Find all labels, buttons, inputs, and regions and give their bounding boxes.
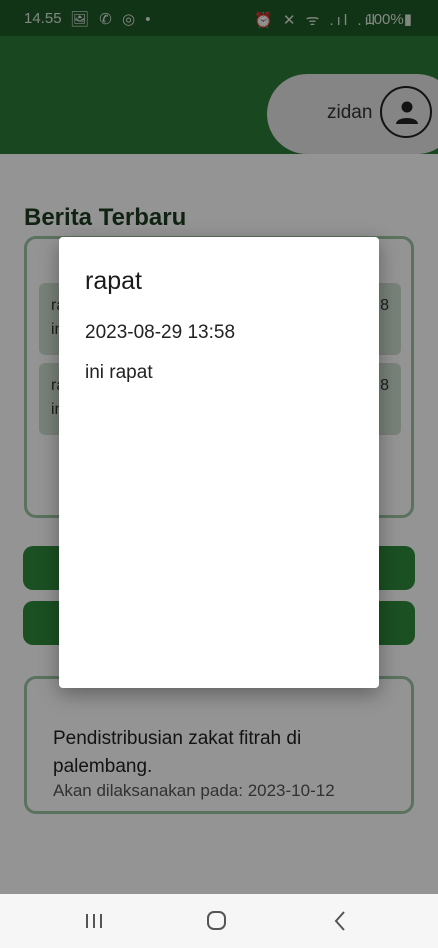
dialog-title: rapat <box>85 267 142 295</box>
dialog-body: ini rapat <box>85 362 153 383</box>
news-detail-dialog: rapat 2023-08-29 13:58 ini rapat <box>59 237 379 688</box>
system-nav-bar <box>0 894 438 948</box>
home-icon[interactable] <box>196 906 236 936</box>
recent-apps-icon[interactable] <box>74 906 114 936</box>
dialog-datetime: 2023-08-29 13:58 <box>85 322 236 343</box>
back-icon[interactable] <box>320 906 360 936</box>
